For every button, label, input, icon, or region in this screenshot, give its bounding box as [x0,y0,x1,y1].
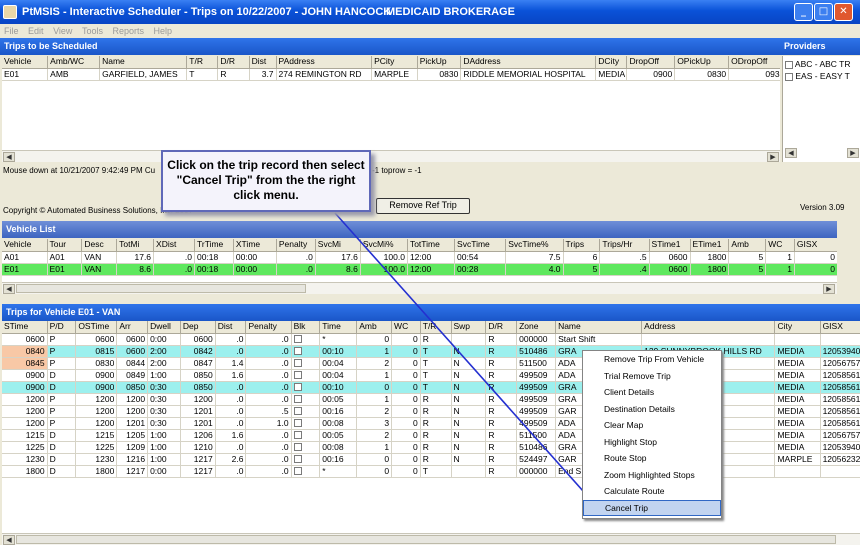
context-menu-item[interactable]: Route Stop [583,450,721,467]
context-menu-item[interactable]: Remove Trip From Vehicle [583,351,721,368]
context-menu-item[interactable]: Cancel Trip [583,499,721,516]
context-menu-item[interactable]: Trial Remove Trip [583,368,721,385]
context-menu-item[interactable]: Client Details [583,384,721,401]
context-menu: Remove Trip From Vehicle Trial Remove Tri… [582,350,722,519]
context-menu-item[interactable]: Clear Map [583,417,721,434]
context-menu-item[interactable]: Destination Details [583,401,721,418]
context-menu-item[interactable]: Zoom Highlighted Stops [583,467,721,484]
context-menu-item[interactable]: Highlight Stop [583,434,721,451]
instruction-callout: Click on the trip record then select "Ca… [161,150,371,212]
context-menu-item[interactable]: Calculate Route [583,483,721,500]
pointer-arrow [334,212,603,513]
